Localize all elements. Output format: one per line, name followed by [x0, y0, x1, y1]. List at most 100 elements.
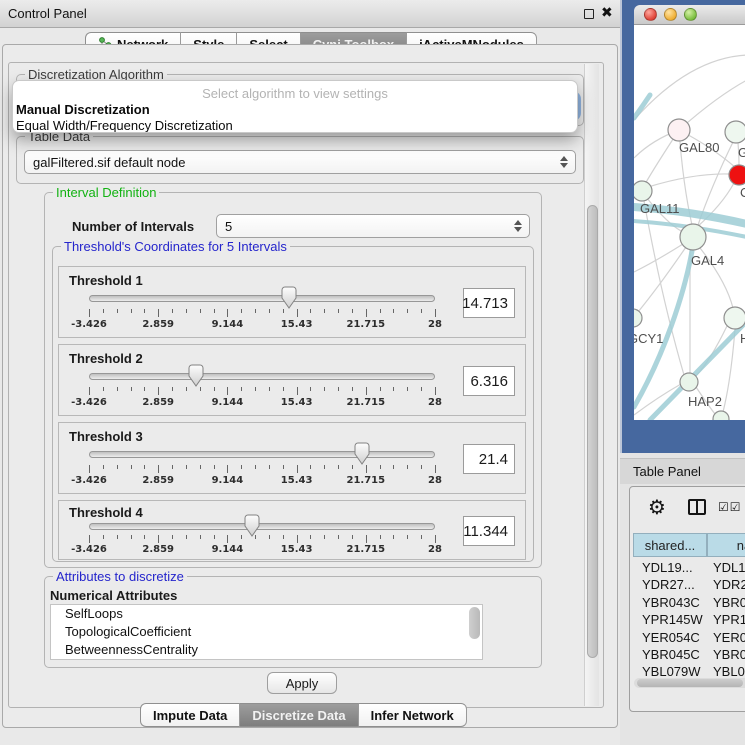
table-row[interactable]: YBL079WYBL0: [633, 663, 745, 676]
zoom-traffic-light-icon[interactable]: [684, 8, 697, 21]
threshold-1-slider[interactable]: -3.4262.8599.14415.4321.71528: [89, 267, 435, 337]
table-row[interactable]: YBR045CYBR0: [633, 646, 745, 664]
table-row[interactable]: YDR27...YDR2: [633, 576, 745, 594]
number-of-intervals-combobox[interactable]: 5: [216, 214, 530, 238]
gear-icon[interactable]: ⚙: [648, 495, 666, 520]
attribute-list-item[interactable]: SelfLoops: [51, 605, 482, 623]
tick-mark: [352, 387, 353, 391]
threshold-2-value[interactable]: 6.316: [463, 366, 515, 396]
network-edge[interactable]: [634, 244, 683, 272]
cell-name[interactable]: YBL0: [707, 663, 745, 676]
slider-thumb[interactable]: [243, 514, 261, 538]
attribute-list-item[interactable]: TopologicalCoefficient: [51, 623, 482, 641]
threshold-2-slider[interactable]: -3.4262.8599.14415.4321.71528: [89, 345, 435, 415]
threshold-4-row: Threshold 4 -3.4262.8599.14415.4321.7152…: [58, 500, 526, 560]
tab-infer-network[interactable]: Infer Network: [359, 703, 467, 727]
node-label: C: [740, 185, 745, 200]
close-icon[interactable]: ✖: [601, 4, 613, 21]
tick-mark: [297, 465, 298, 473]
popup-option-equal-width-frequency[interactable]: Equal Width/Frequency Discretization: [15, 118, 575, 133]
network-node[interactable]: [668, 119, 690, 141]
tick-mark: [435, 535, 436, 543]
column-header-shared-name[interactable]: shared...: [633, 533, 707, 557]
cell-name[interactable]: YBR0: [707, 594, 745, 612]
panel-scrollbar[interactable]: [584, 64, 599, 706]
network-node[interactable]: [680, 224, 706, 250]
columns-icon[interactable]: [688, 499, 706, 515]
network-node[interactable]: [680, 373, 698, 391]
tick-label: 21.715: [347, 475, 386, 486]
slider-thumb[interactable]: [280, 286, 298, 310]
network-canvas[interactable]: GAL80GACGAL11GAL4GCY1HHAP2: [634, 25, 745, 420]
attributes-group-title: Attributes to discretize: [53, 569, 187, 584]
tick-mark: [421, 387, 422, 391]
column-header-name[interactable]: na: [707, 533, 745, 557]
slider-track[interactable]: [89, 523, 435, 530]
slider-thumb[interactable]: [187, 364, 205, 388]
network-highlight-edge[interactable]: [634, 95, 650, 118]
tab-discretize-data[interactable]: Discretize Data: [240, 703, 358, 727]
cell-shared-name[interactable]: YER054C: [633, 629, 707, 647]
tick-mark: [186, 465, 187, 469]
select-columns-icons[interactable]: ☑☑: [718, 500, 742, 514]
tick-mark: [172, 535, 173, 539]
network-node[interactable]: [634, 309, 642, 327]
tick-mark: [117, 465, 118, 469]
list-scrollbar[interactable]: [469, 607, 480, 639]
cell-shared-name[interactable]: YDL19...: [633, 559, 707, 577]
table-hscrollbar-thumb[interactable]: [637, 679, 743, 687]
table-hscrollbar[interactable]: [634, 678, 745, 688]
slider-track[interactable]: [89, 295, 435, 302]
table-row[interactable]: YPR145WYPR1: [633, 611, 745, 629]
threshold-3-slider[interactable]: -3.4262.8599.14415.4321.71528: [89, 423, 435, 493]
cell-shared-name[interactable]: YPR145W: [633, 611, 707, 629]
tick-mark: [131, 387, 132, 391]
cell-shared-name[interactable]: YBR045C: [633, 646, 707, 664]
threshold-3-row: Threshold 3 -3.4262.8599.14415.4321.7152…: [58, 422, 526, 494]
threshold-1-value[interactable]: 14.713: [463, 288, 515, 318]
cell-name[interactable]: YDL1: [707, 559, 745, 577]
cell-name[interactable]: YPR1: [707, 611, 745, 629]
tick-label: 9.144: [212, 544, 244, 555]
network-edge[interactable]: [634, 55, 745, 120]
popup-option-manual-discretization[interactable]: Manual Discretization: [15, 102, 575, 118]
numerical-attributes-list[interactable]: SelfLoopsTopologicalCoefficientBetweenne…: [50, 604, 483, 660]
slider-thumb[interactable]: [353, 442, 371, 466]
table-row[interactable]: YBR043CYBR0: [633, 594, 745, 612]
attribute-list-item[interactable]: BetweennessCentrality: [51, 641, 482, 659]
cell-name[interactable]: YER0: [707, 629, 745, 647]
table-data-combobox[interactable]: galFiltered.sif default node: [24, 150, 576, 174]
tick-mark: [283, 465, 284, 469]
threshold-4-slider[interactable]: -3.4262.8599.14415.4321.71528: [89, 501, 435, 559]
panel-scrollbar-thumb[interactable]: [587, 205, 598, 658]
slider-track[interactable]: [89, 451, 435, 458]
cell-shared-name[interactable]: YBR043C: [633, 594, 707, 612]
tick-mark: [255, 309, 256, 313]
close-traffic-light-icon[interactable]: [644, 8, 657, 21]
network-node[interactable]: [713, 411, 729, 420]
node-label: GCY1: [634, 331, 663, 346]
right-side-area: GAL80GACGAL11GAL4GCY1HHAP2 Table Panel ⚙…: [620, 0, 745, 745]
threshold-3-value[interactable]: 21.4: [463, 444, 515, 474]
network-node[interactable]: [729, 165, 745, 185]
network-window-titlebar[interactable]: [634, 5, 745, 25]
tab-impute-data[interactable]: Impute Data: [140, 703, 240, 727]
float-window-icon[interactable]: [584, 9, 594, 19]
apply-button[interactable]: Apply: [267, 672, 337, 694]
threshold-2-row: Threshold 2 -3.4262.8599.14415.4321.7152…: [58, 344, 526, 416]
table-row[interactable]: YDL19...YDL1: [633, 559, 745, 577]
cell-shared-name[interactable]: YBL079W: [633, 663, 707, 676]
table-row[interactable]: YER054CYER0: [633, 629, 745, 647]
threshold-4-value[interactable]: 11.344: [463, 516, 515, 546]
cell-name[interactable]: YBR0: [707, 646, 745, 664]
tick-mark: [103, 535, 104, 539]
network-node[interactable]: [725, 121, 745, 143]
slider-track[interactable]: [89, 373, 435, 380]
tick-mark: [186, 309, 187, 313]
cell-shared-name[interactable]: YDR27...: [633, 576, 707, 594]
cell-name[interactable]: YDR2: [707, 576, 745, 594]
network-node[interactable]: [724, 307, 745, 329]
tick-label: -3.426: [71, 544, 107, 555]
minimize-traffic-light-icon[interactable]: [664, 8, 677, 21]
network-node[interactable]: [634, 181, 652, 201]
